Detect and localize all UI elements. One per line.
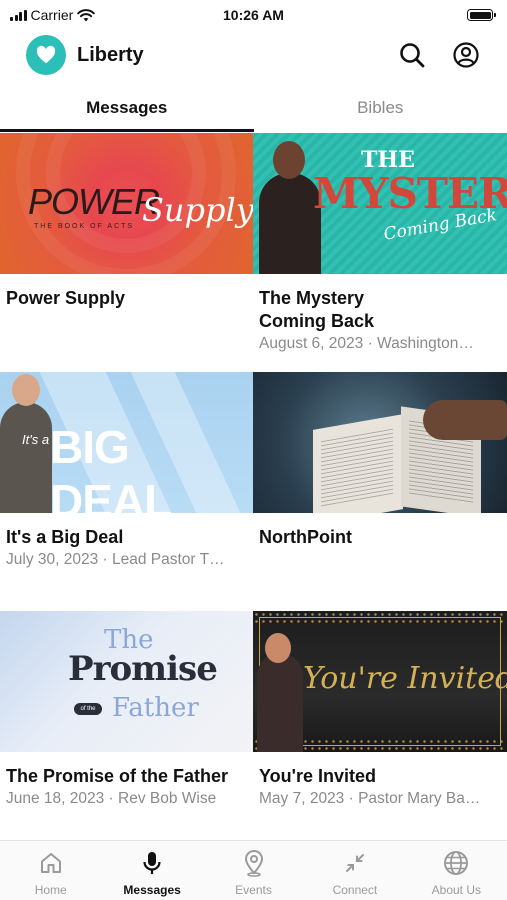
card-body: You're Invited May 7, 2023 · Pastor Mary… (253, 752, 507, 810)
card-body: It's a Big Deal July 30, 2023 · Lead Pas… (0, 513, 253, 571)
app-logo[interactable] (26, 35, 66, 75)
bible-text-lines (321, 425, 393, 509)
message-thumbnail: POWER Supply THE BOOK OF ACTS (0, 133, 253, 274)
nav-item-about-us[interactable]: About Us (406, 841, 507, 900)
message-card-northpoint[interactable]: NorthPoint (253, 372, 507, 611)
home-icon (37, 849, 65, 877)
map-pin-icon (240, 849, 268, 877)
search-button[interactable] (397, 40, 427, 70)
nav-label: Home (34, 883, 67, 897)
message-card-power-supply[interactable]: POWER Supply THE BOOK OF ACTS Power Supp… (0, 133, 253, 372)
hand-figure (423, 400, 507, 440)
card-title: NorthPoint (259, 527, 352, 547)
arrows-collapse-icon (341, 849, 369, 877)
tab-messages[interactable]: Messages (0, 84, 254, 132)
tab-bar: Messages Bibles (0, 84, 507, 132)
speaker-figure (0, 402, 52, 513)
card-body: Power Supply (0, 274, 253, 310)
microphone-icon (138, 849, 166, 877)
speaker-figure (257, 653, 303, 752)
status-left: Carrier (10, 7, 96, 23)
thumb-subtitle: Father (112, 693, 199, 723)
nav-item-connect[interactable]: Connect (304, 841, 405, 900)
card-meta: July 30, 2023 · Lead Pastor T… (6, 551, 225, 568)
speaker-head (273, 141, 305, 179)
card-title: Power Supply (6, 288, 126, 308)
message-thumbnail (253, 372, 507, 513)
thumb-title: BIG DEAL (50, 421, 172, 513)
nav-item-messages[interactable]: Messages (101, 841, 202, 900)
cellular-signal-icon (10, 9, 27, 21)
tab-bibles[interactable]: Bibles (254, 84, 507, 132)
search-icon (400, 43, 425, 68)
speaker-head (265, 633, 291, 663)
message-card-big-deal[interactable]: It's a BIG DEAL It's a Big Deal July 30,… (0, 372, 253, 611)
bottom-navigation: Home Messages Events Connect About Us (0, 840, 507, 900)
card-title: You're Invited (259, 766, 376, 786)
nav-label: Messages (123, 883, 181, 897)
card-meta: June 18, 2023 · Rev Bob Wise (6, 790, 217, 807)
card-body: The Mystery Coming Back August 6, 2023 ·… (253, 274, 507, 355)
nav-label: Events (235, 883, 272, 897)
nav-label: About Us (431, 883, 481, 897)
card-title: It's a Big Deal (6, 527, 124, 547)
profile-button[interactable] (451, 40, 481, 70)
nav-item-home[interactable]: Home (0, 841, 101, 900)
message-card-youre-invited[interactable]: You're Invited You're Invited May 7, 202… (253, 611, 507, 850)
thumb-title: You're Invited (303, 661, 507, 696)
messages-grid: POWER Supply THE BOOK OF ACTS Power Supp… (0, 133, 507, 850)
card-title: The Promise of the Father (6, 766, 229, 786)
message-card-promise-of-the-father[interactable]: The Promise of the Father The Promise of… (0, 611, 253, 850)
account-circle-icon (453, 42, 479, 68)
card-body: The Promise of the Father June 18, 2023 … (0, 752, 253, 810)
heart-icon (36, 45, 56, 64)
wifi-icon (77, 8, 96, 21)
nav-label: Connect (332, 883, 378, 897)
app-header: Liberty (0, 30, 507, 80)
battery-icon (467, 9, 496, 21)
message-thumbnail: The Promise of the Father (0, 611, 253, 752)
thumb-subtitle: THE BOOK OF ACTS (34, 223, 135, 230)
status-bar: Carrier 10:26 AM (0, 0, 507, 30)
message-thumbnail: You're Invited (253, 611, 507, 752)
nav-item-events[interactable]: Events (203, 841, 304, 900)
message-thumbnail: It's a BIG DEAL (0, 372, 253, 513)
speaker-head (12, 374, 40, 406)
carrier-label: Carrier (30, 7, 74, 23)
card-title: The Mystery Coming Back (259, 288, 375, 331)
card-meta: May 7, 2023 · Pastor Mary Ba… (259, 790, 481, 807)
globe-icon (442, 849, 470, 877)
app-title: Liberty (77, 43, 144, 66)
thumb-title: Promise (68, 649, 218, 689)
message-thumbnail: THE MYSTERY Coming Back (253, 133, 507, 274)
thumb-title-top: It's a (22, 432, 50, 447)
card-meta: August 6, 2023 · Washington… (259, 335, 474, 352)
message-card-the-mystery[interactable]: THE MYSTERY Coming Back The Mystery Comi… (253, 133, 507, 372)
card-body: NorthPoint (253, 513, 507, 549)
thumb-title: POWER (28, 181, 160, 222)
thumb-of-badge: of the (74, 703, 102, 715)
speaker-figure (259, 173, 321, 274)
thumb-script: Supply (142, 191, 253, 229)
